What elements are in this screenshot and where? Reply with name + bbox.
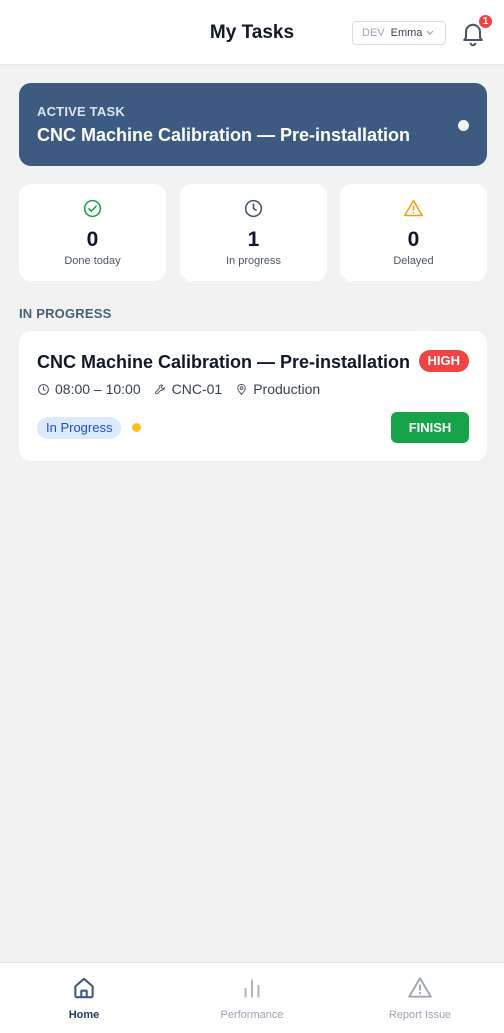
finish-button[interactable]: FINISH: [391, 412, 469, 443]
task-location: Production: [235, 381, 320, 397]
task-machine-text: CNC-01: [171, 381, 223, 397]
environment-label: DEV: [362, 27, 385, 39]
task-meta: 08:00 – 10:00 CNC-01 Production: [37, 381, 333, 397]
status-indicator-dot: [132, 423, 141, 432]
stat-label: Delayed: [393, 255, 434, 267]
stat-label: In progress: [225, 255, 282, 267]
section-title-in-progress: IN PROGRESS: [19, 306, 112, 321]
nav-item-home[interactable]: Home: [0, 963, 168, 1033]
task-machine: CNC-01: [154, 381, 223, 397]
clock-icon: [38, 383, 49, 395]
stat-value: 1: [247, 228, 260, 251]
app-header: My Tasks DEV Emma 1: [0, 0, 504, 65]
task-title: CNC Machine Calibration — Pre-installati…: [37, 352, 411, 372]
nav-item-performance[interactable]: Performance: [168, 963, 336, 1033]
nav-label-performance: Performance: [220, 1009, 284, 1021]
notification-badge: 1: [477, 13, 494, 30]
chevron-down-icon: [426, 30, 434, 35]
task-card[interactable]: CNC Machine Calibration — Pre-installati…: [19, 331, 487, 461]
stat-in-progress: 1 In progress: [180, 184, 327, 281]
active-task-label: ACTIVE TASK: [37, 104, 125, 119]
warning-icon: [403, 199, 424, 217]
bar-chart-icon: [244, 979, 260, 998]
status-badge: In Progress: [37, 417, 122, 439]
nav-label-home: Home: [68, 1009, 100, 1021]
task-time-text: 08:00 – 10:00: [55, 381, 141, 397]
active-indicator-dot: [458, 120, 469, 131]
location-pin-icon: [237, 383, 246, 395]
nav-label-report-issue: Report Issue: [388, 1009, 452, 1021]
warning-icon: [408, 977, 432, 998]
stat-value: 0: [407, 228, 420, 251]
stat-value: 0: [86, 228, 99, 251]
nav-item-report-issue[interactable]: Report Issue: [336, 963, 504, 1033]
wrench-icon: [154, 383, 165, 394]
clock-icon: [244, 199, 263, 218]
task-location-text: Production: [253, 381, 321, 397]
task-time: 08:00 – 10:00: [37, 381, 141, 397]
check-circle-icon: [83, 199, 102, 218]
active-task-card[interactable]: ACTIVE TASK CNC Machine Calibration — Pr…: [19, 83, 487, 166]
bottom-nav: Home Performance Report Issue: [0, 962, 504, 1033]
stat-label: Done today: [64, 255, 121, 267]
stat-done-today: 0 Done today: [19, 184, 166, 281]
active-task-title: CNC Machine Calibration — Pre-installati…: [37, 125, 411, 145]
user-name: Emma: [390, 27, 423, 39]
user-switcher[interactable]: DEV Emma: [352, 21, 446, 45]
stat-delayed: 0 Delayed: [340, 184, 487, 281]
home-icon: [74, 977, 94, 999]
priority-badge: HIGH: [418, 350, 469, 372]
